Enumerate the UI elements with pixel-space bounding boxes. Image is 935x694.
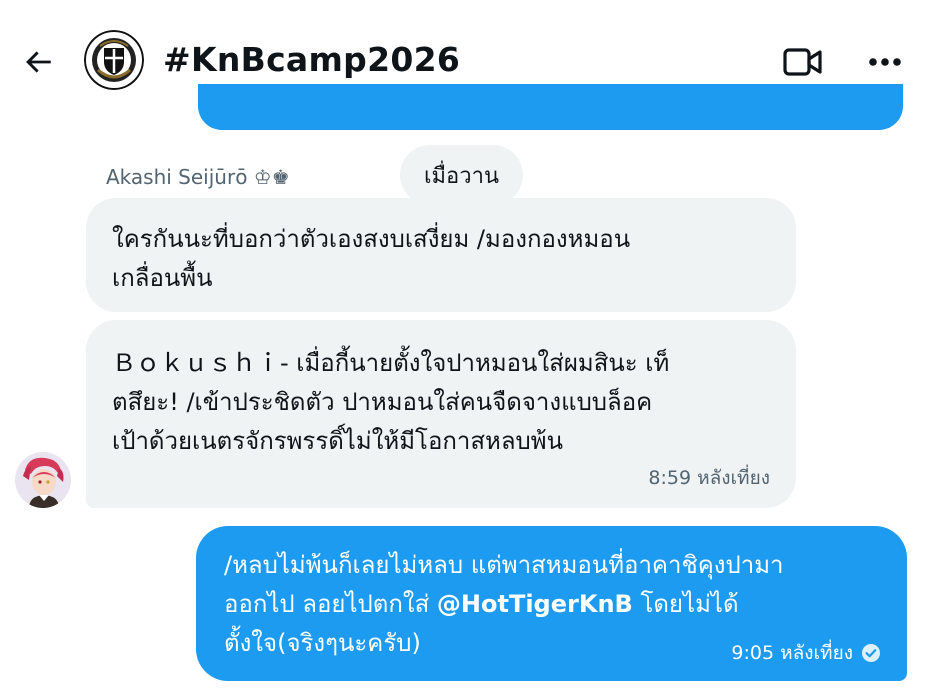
incoming-message-bubble[interactable]: Ｂｏｋｕｓｈｉ- เมื่อกี้นายตั้งใจปาหมอนใส่ผมสิน…: [86, 320, 796, 508]
message-text-segment: โดยไม่ได้: [632, 590, 739, 618]
previous-message-bubble[interactable]: [198, 84, 903, 130]
message-meta: 9:05 หลังเที่ยง: [731, 641, 881, 665]
message-text-line: ตสึยะ! /เข้าประชิดตัว ปาหมอนใส่คนจืดจางแ…: [112, 388, 653, 416]
more-options-button[interactable]: [862, 44, 908, 80]
user-mention-link[interactable]: @HotTigerKnB: [437, 590, 633, 618]
message-text-line: เกลื่อนพื้น: [112, 264, 213, 292]
message-text-line: ใครกันนะที่บอกว่าตัวเองสงบเสงี่ยม /มองกอ…: [112, 225, 631, 253]
message-text-line: Ｂｏｋｕｓｈｉ- เมื่อกี้นายตั้งใจปาหมอนใส่ผมสิน…: [112, 349, 670, 377]
sender-avatar[interactable]: [15, 452, 71, 508]
day-divider: เมื่อวาน: [400, 145, 523, 205]
arrow-left-icon: [26, 51, 51, 73]
back-button[interactable]: [18, 42, 58, 82]
video-camera-icon: [783, 48, 822, 76]
sender-name-emblem: ♔♚: [253, 165, 290, 189]
video-call-button[interactable]: [780, 44, 826, 80]
sent-check-icon: [862, 644, 880, 662]
school-crest-icon: [84, 30, 144, 90]
incoming-message-bubble[interactable]: ใครกันนะที่บอกว่าตัวเองสงบเสงี่ยม /มองกอ…: [86, 198, 796, 312]
sender-name-text: Akashi Seijūrō: [106, 165, 248, 189]
message-text-segment: ออกไป ลอยไปตกใส่: [224, 590, 437, 618]
message-timestamp: 8:59 หลังเที่ยง: [648, 467, 770, 489]
message-text-line: ออกไป ลอยไปตกใส่ @HotTigerKnB โดยไม่ได้: [224, 585, 879, 624]
sender-name: Akashi Seijūrō ♔♚: [106, 165, 290, 189]
outgoing-message-bubble[interactable]: /หลบไม่พ้นก็เลยไม่หลบ แต่พาสหมอนที่อาคาช…: [196, 526, 907, 681]
conversation-title: #KnBcamp2026: [163, 40, 461, 79]
avatar-image: [15, 452, 71, 508]
group-avatar[interactable]: [84, 30, 144, 90]
message-timestamp: 9:05 หลังเที่ยง: [731, 642, 853, 664]
more-horizontal-icon: [869, 58, 901, 66]
message-text-line: /หลบไม่พ้นก็เลยไม่หลบ แต่พาสหมอนที่อาคาช…: [224, 551, 784, 579]
message-text-line: เป้าด้วยเนตรจักรพรรดิ์ไม่ให้มีโอกาสหลบพ้…: [112, 427, 563, 455]
